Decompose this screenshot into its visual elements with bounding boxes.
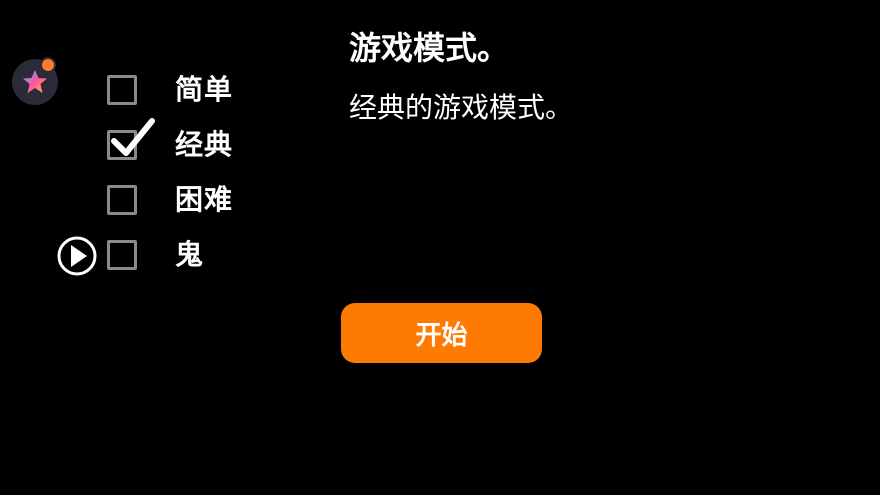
mode-label: 困难 — [175, 183, 234, 216]
mode-label: 鬼 — [175, 238, 205, 271]
mode-option-hard[interactable]: 困难 — [0, 174, 300, 229]
mode-label: 简单 — [175, 73, 234, 106]
mode-option-classic[interactable]: 经典 — [0, 118, 300, 174]
start-button[interactable]: 开始 — [341, 303, 542, 363]
checkbox[interactable] — [107, 75, 137, 105]
checkbox[interactable] — [107, 185, 137, 215]
mode-option-ghost[interactable]: 鬼 — [0, 229, 300, 284]
mode-option-easy[interactable]: 简单 — [0, 64, 300, 119]
page-title: 游戏模式。 — [349, 29, 510, 67]
mode-list: 简单 经典 困难 鬼 — [0, 64, 300, 284]
play-circle-icon — [57, 236, 97, 276]
checkmark-icon — [111, 118, 155, 156]
mode-description: 经典的游戏模式。 — [349, 91, 574, 124]
checkbox[interactable] — [107, 240, 137, 270]
mode-label: 经典 — [175, 128, 234, 161]
